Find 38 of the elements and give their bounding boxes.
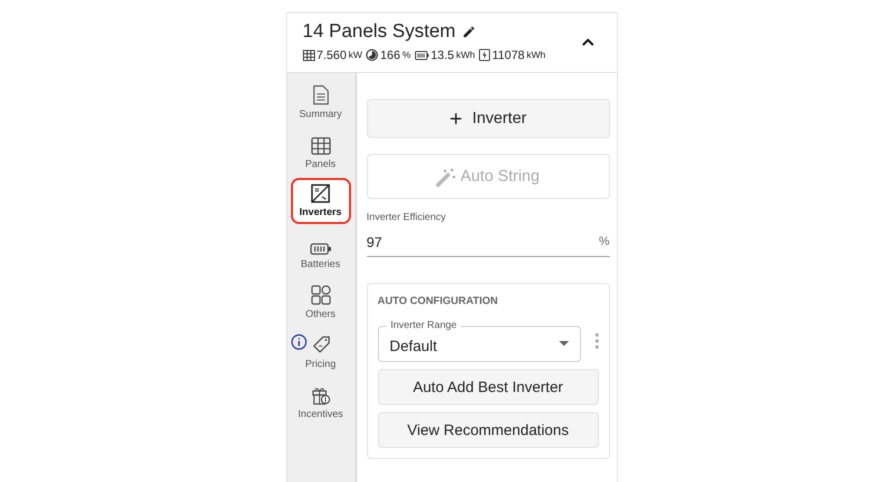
info-icon[interactable] [290, 334, 306, 350]
price-tag-icon [310, 335, 330, 355]
stat-value: 13.5 [430, 48, 454, 62]
add-inverter-button[interactable]: + Inverter [366, 99, 610, 138]
dropdown-arrow-icon [558, 341, 568, 347]
system-title: 14 Panels System [302, 21, 456, 43]
stat-value: 166 [380, 48, 400, 62]
stat-unit: kWh [526, 50, 546, 60]
sidebar-item[interactable]: Others [290, 278, 350, 324]
collapse-icon[interactable] [580, 36, 594, 46]
stat-unit: kWh [456, 50, 476, 60]
edit-icon[interactable] [462, 25, 476, 39]
efficiency-field[interactable]: Inverter Efficiency 97 % [366, 207, 610, 257]
sidebar-item[interactable]: Pricing [290, 328, 350, 374]
shapes-icon [310, 285, 330, 305]
card-button[interactable]: Auto Add Best Inverter [378, 369, 598, 405]
document-icon [312, 85, 328, 105]
solar-panel-icon [310, 137, 330, 155]
magic-wand-icon [436, 166, 458, 186]
stat-value: 11078 [492, 48, 525, 62]
gift-icon [310, 385, 330, 405]
card-title: AUTO CONFIGURATION [378, 295, 499, 307]
sidebar-item[interactable]: Summary [290, 78, 350, 124]
sidebar-item[interactable]: Panels [290, 128, 350, 174]
pie-icon [366, 49, 378, 61]
inverter-range-select[interactable]: Inverter Range Default [378, 319, 580, 362]
card-button[interactable]: View Recommendations [378, 412, 598, 448]
energy-icon [479, 49, 490, 61]
inverter-icon [311, 184, 330, 203]
sidebar-item[interactable]: Inverters [290, 178, 350, 224]
solar-panel-icon [302, 50, 314, 60]
battery-icon [414, 50, 429, 60]
sidebar-item[interactable]: Batteries [290, 228, 350, 274]
stat-unit: % [402, 50, 411, 60]
stat-unit: kW [348, 50, 362, 60]
stat-value: 7.560 [316, 48, 347, 62]
sidebar-item[interactable]: Incentives [290, 378, 350, 424]
battery-icon [310, 243, 332, 255]
